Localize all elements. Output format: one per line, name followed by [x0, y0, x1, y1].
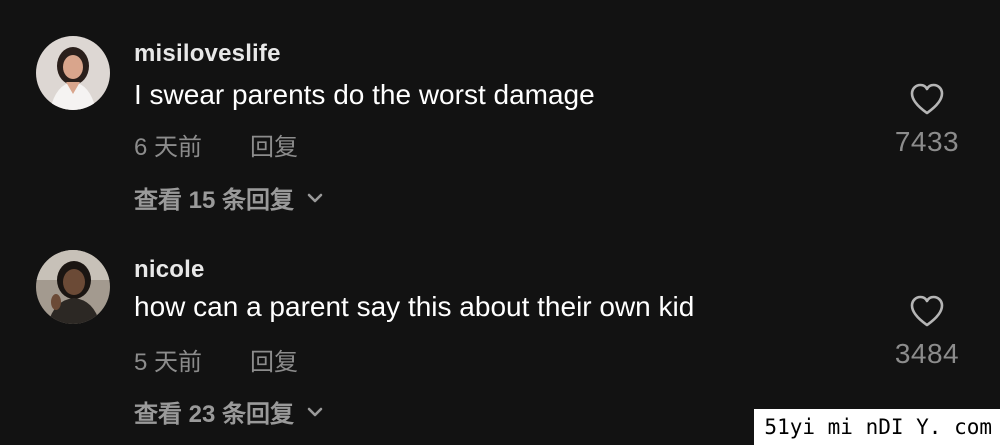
heart-outline-icon — [910, 295, 944, 327]
reply-button[interactable]: 回复 — [250, 134, 298, 161]
avatar[interactable] — [36, 250, 110, 324]
chevron-down-icon — [307, 193, 323, 202]
like-count: 7433 — [894, 126, 960, 157]
like-button[interactable]: 7433 — [887, 82, 967, 158]
comment-timestamp: 6 天前 — [134, 134, 203, 161]
comment-timestamp: 5 天前 — [134, 349, 203, 376]
comment-text: I swear parents do the worst damage — [134, 79, 595, 110]
heart-outline-icon — [910, 83, 944, 115]
view-replies-button[interactable]: 查看 23 条回复 — [134, 394, 324, 429]
like-count: 3484 — [894, 338, 960, 369]
view-replies-label: 查看 23 条回复 — [134, 401, 295, 428]
watermark: 51yi mi nDI Y. com — [754, 409, 1000, 445]
reply-button[interactable]: 回复 — [250, 349, 298, 376]
view-replies-button[interactable]: 查看 15 条回复 — [134, 180, 324, 215]
comment-username[interactable]: misiloveslife — [134, 40, 281, 68]
comment-item: misiloveslife I swear parents do the wor… — [0, 0, 1000, 230]
view-replies-label: 查看 15 条回复 — [134, 187, 295, 214]
chevron-down-icon — [307, 407, 323, 416]
comment-meta: 5 天前 回复 — [134, 342, 298, 377]
comment-username[interactable]: nicole — [134, 256, 205, 284]
like-button[interactable]: 3484 — [887, 294, 967, 370]
avatar[interactable] — [36, 36, 110, 110]
comment-text: how can a parent say this about their ow… — [134, 291, 695, 322]
comment-meta: 6 天前 回复 — [134, 127, 298, 162]
